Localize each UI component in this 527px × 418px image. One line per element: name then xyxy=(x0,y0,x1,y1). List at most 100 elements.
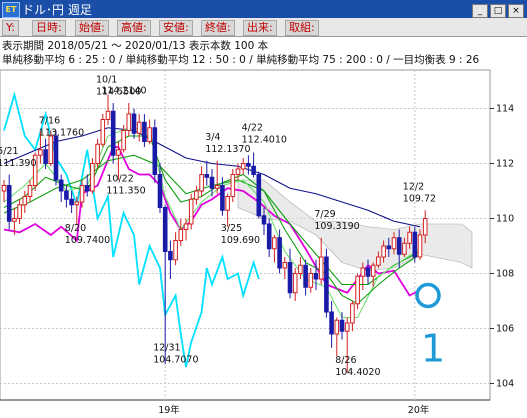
candle-body xyxy=(168,251,173,261)
price-annotation-label: 104.7070 xyxy=(153,355,198,366)
candle-body xyxy=(282,262,288,269)
price-annotation-label: 8/20 xyxy=(65,223,86,234)
price-annotation-label: 10/1 xyxy=(96,74,117,85)
candle-body xyxy=(292,273,298,294)
candle-body xyxy=(136,121,142,134)
candle-body xyxy=(370,264,376,277)
candle-body xyxy=(209,176,215,189)
candle-body xyxy=(131,113,137,134)
candle-body xyxy=(266,223,272,250)
price-annotation-label: 112.1370 xyxy=(205,144,250,155)
price-annotation-label: 114.2140 xyxy=(101,85,146,96)
candle-body xyxy=(64,190,69,200)
candle-body xyxy=(402,242,407,255)
candle-body xyxy=(376,256,381,266)
y-tick-label: 114 xyxy=(496,104,514,115)
candle-body xyxy=(194,190,199,200)
candle-body xyxy=(386,245,392,250)
candle-body xyxy=(105,110,111,120)
price-annotation-label: 3/25 xyxy=(221,223,242,234)
candle-body xyxy=(6,185,12,222)
candle-body xyxy=(90,163,95,192)
candle-body xyxy=(142,121,147,142)
candle-body xyxy=(74,201,80,206)
candle-body xyxy=(220,185,225,211)
price-annotation-label: 4/22 xyxy=(242,123,263,134)
candle-body xyxy=(214,185,220,189)
candle-body xyxy=(303,264,308,288)
candle-body xyxy=(318,256,324,280)
candle-body xyxy=(100,119,106,145)
candle-body xyxy=(53,135,59,181)
candle-body xyxy=(272,237,277,250)
candle-body xyxy=(38,149,43,156)
price-annotation-label: 12/2 xyxy=(403,182,424,193)
candle-body xyxy=(240,163,246,170)
candle-body xyxy=(121,130,126,151)
price-annotation-label: 109.690 xyxy=(221,235,260,246)
candle-body xyxy=(324,256,329,313)
candle-body xyxy=(199,174,204,192)
candle-body xyxy=(339,319,345,332)
candle-body xyxy=(360,267,366,277)
candle-body xyxy=(178,229,184,241)
candle-body xyxy=(162,207,168,252)
candle-body xyxy=(116,149,121,156)
candle-body xyxy=(256,174,262,217)
candle-body xyxy=(350,303,355,324)
candle-body xyxy=(308,273,314,288)
price-annotation-label: 8/26 xyxy=(335,355,356,366)
candle-body xyxy=(188,198,194,225)
y-tick-label: 108 xyxy=(496,269,514,280)
candle-body xyxy=(235,168,241,175)
candle-body xyxy=(79,185,85,203)
price-annotation-label: 7/29 xyxy=(314,209,335,220)
y-tick-label: 112 xyxy=(496,159,514,170)
candle-body xyxy=(173,240,178,261)
candle-body xyxy=(313,273,319,280)
candle-body xyxy=(246,163,251,167)
x-tick-label: 19年 xyxy=(158,404,180,416)
candle-body xyxy=(298,264,303,274)
candle-body xyxy=(417,234,423,258)
candle-body xyxy=(43,149,48,164)
candle-body xyxy=(48,135,54,164)
price-annotation-label: 109.72 xyxy=(403,194,436,205)
price-annotation-label: 10/22 xyxy=(106,173,133,184)
candle-body xyxy=(204,174,210,178)
candle-body xyxy=(329,311,334,335)
candle-body xyxy=(27,185,33,197)
candle-body xyxy=(412,231,418,258)
y-tick-label: 106 xyxy=(496,324,514,335)
price-annotation-label: 5/21 xyxy=(0,146,19,157)
price-chart[interactable]: 10410610811011211419年 20年5/21111.3907/161… xyxy=(0,0,527,418)
candle-body xyxy=(110,110,116,156)
candle-body xyxy=(287,262,293,294)
candle-body xyxy=(261,215,267,225)
price-annotation-label: 111.350 xyxy=(106,185,145,196)
candle-body xyxy=(391,237,397,250)
candle-body xyxy=(183,223,189,230)
candle-body xyxy=(157,174,163,208)
y-tick-label: 110 xyxy=(496,214,514,225)
price-annotation-label: 113.1760 xyxy=(39,128,84,139)
candle-body xyxy=(277,237,282,269)
candle-body xyxy=(407,231,412,244)
price-annotation-label: 104.4020 xyxy=(335,367,380,378)
price-annotation-label: 109.7400 xyxy=(65,235,110,246)
candle-body xyxy=(22,196,28,206)
price-annotation-label: 109.3190 xyxy=(314,221,359,232)
y-tick-label: 104 xyxy=(496,379,514,390)
candle-body xyxy=(17,204,22,219)
candle-body xyxy=(422,218,428,236)
candle-body xyxy=(84,185,90,192)
candle-body xyxy=(225,196,230,211)
candle-body xyxy=(12,218,17,222)
price-annotation-label: 111.390 xyxy=(0,158,36,169)
candle-body xyxy=(147,127,152,142)
candle-body xyxy=(381,245,386,258)
candle-body xyxy=(396,237,402,255)
price-annotation-label: 112.4010 xyxy=(242,135,287,146)
candle-body xyxy=(69,198,74,206)
candle-body xyxy=(95,143,100,164)
